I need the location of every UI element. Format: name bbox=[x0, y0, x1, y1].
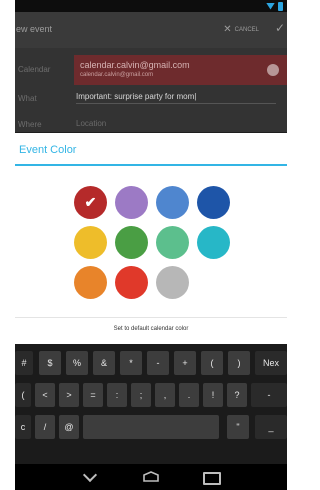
color-swatch-orange[interactable] bbox=[74, 266, 107, 299]
keyboard: # $ % & * - + ( ) Nex ( < > = : ; , . ! … bbox=[15, 344, 287, 464]
key[interactable]: ( bbox=[201, 351, 223, 375]
key[interactable]: & bbox=[93, 351, 115, 375]
key[interactable]: _ bbox=[255, 415, 287, 439]
key[interactable]: % bbox=[66, 351, 88, 375]
cancel-label: CANCEL bbox=[234, 26, 259, 33]
what-label: What bbox=[18, 94, 37, 103]
color-swatch-teal[interactable] bbox=[197, 226, 230, 259]
calendar-owner: calendar.calvin@gmail.com bbox=[80, 72, 154, 78]
app-screen: ew event ✕ CANCEL ✓ Calendar calendar.ca… bbox=[15, 0, 287, 490]
key[interactable]: , bbox=[155, 383, 175, 407]
key[interactable]: @ bbox=[59, 415, 79, 439]
wifi-icon bbox=[266, 2, 275, 10]
color-swatch-blue[interactable] bbox=[156, 186, 189, 219]
calendar-name: calendar.calvin@gmail.com bbox=[80, 60, 190, 70]
battery-icon bbox=[278, 1, 283, 11]
close-icon: ✕ bbox=[223, 24, 232, 35]
where-field[interactable]: Location bbox=[76, 119, 106, 128]
page-title: ew event bbox=[16, 24, 53, 34]
color-swatch-tomato[interactable] bbox=[115, 266, 148, 299]
key[interactable]: : bbox=[107, 383, 127, 407]
key[interactable]: / bbox=[35, 415, 55, 439]
status-bar bbox=[15, 0, 287, 12]
key[interactable]: - bbox=[251, 383, 287, 407]
key[interactable]: c bbox=[15, 415, 31, 439]
color-swatch-navy[interactable] bbox=[197, 186, 230, 219]
action-bar: ew event ✕ CANCEL ✓ bbox=[15, 12, 287, 48]
event-form: Calendar calendar.calvin@gmail.com calen… bbox=[15, 48, 287, 132]
key[interactable]: ( bbox=[15, 383, 31, 407]
key[interactable]: # bbox=[15, 351, 33, 375]
dialog-divider bbox=[15, 164, 287, 166]
calendar-selector[interactable]: calendar.calvin@gmail.com calendar.calvi… bbox=[74, 55, 287, 85]
what-field[interactable]: Important: surprise party for mom| bbox=[76, 92, 276, 104]
home-icon[interactable] bbox=[143, 471, 159, 482]
key[interactable]: " bbox=[227, 415, 249, 439]
cancel-button[interactable]: ✕ CANCEL bbox=[223, 24, 259, 35]
color-swatch-mint[interactable] bbox=[156, 226, 189, 259]
event-color-dialog: Event Color ✔ Set to default calendar co… bbox=[15, 133, 287, 344]
color-swatch-red[interactable]: ✔ bbox=[74, 186, 107, 219]
dialog-separator bbox=[15, 317, 287, 318]
color-swatch-purple[interactable] bbox=[115, 186, 148, 219]
where-label: Where bbox=[18, 120, 42, 129]
calendar-label: Calendar bbox=[18, 65, 51, 74]
key[interactable]: - bbox=[147, 351, 169, 375]
color-swatch-green[interactable] bbox=[115, 226, 148, 259]
navigation-bar bbox=[15, 464, 287, 490]
key[interactable]: . bbox=[179, 383, 199, 407]
space-key[interactable] bbox=[83, 415, 219, 439]
key[interactable]: ! bbox=[203, 383, 223, 407]
back-chevron-icon[interactable] bbox=[82, 467, 98, 483]
dialog-title: Event Color bbox=[19, 144, 77, 156]
status-icons bbox=[266, 1, 283, 11]
recent-apps-icon[interactable] bbox=[203, 472, 221, 485]
color-swatch-yellow[interactable] bbox=[74, 226, 107, 259]
next-key[interactable]: Nex bbox=[255, 351, 287, 375]
key[interactable]: ) bbox=[228, 351, 250, 375]
done-check-icon[interactable]: ✓ bbox=[275, 21, 285, 35]
color-swatch-gray[interactable] bbox=[156, 266, 189, 299]
palette-icon[interactable] bbox=[267, 64, 279, 76]
key[interactable]: > bbox=[59, 383, 79, 407]
default-color-button[interactable]: Set to default calendar color bbox=[15, 326, 287, 332]
key[interactable]: ? bbox=[227, 383, 247, 407]
key[interactable]: ; bbox=[131, 383, 151, 407]
key[interactable]: * bbox=[120, 351, 142, 375]
check-icon: ✔ bbox=[84, 194, 97, 210]
key[interactable]: $ bbox=[39, 351, 61, 375]
what-value: Important: surprise party for mom bbox=[76, 92, 195, 101]
key[interactable]: = bbox=[83, 383, 103, 407]
key[interactable]: < bbox=[35, 383, 55, 407]
key[interactable]: + bbox=[174, 351, 196, 375]
